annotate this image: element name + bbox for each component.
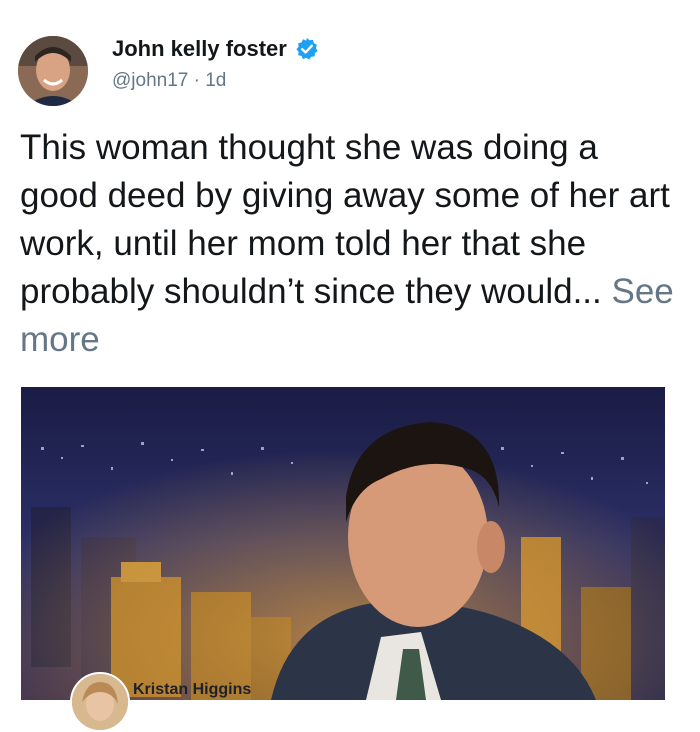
separator: · (188, 70, 206, 91)
author-name-row: John kelly foster (112, 36, 319, 62)
author-handle[interactable]: @john17 (112, 70, 188, 91)
verified-badge-icon (295, 37, 319, 61)
handle-time-row: @john17 · 1d (112, 70, 226, 92)
tweet-body: This woman thought she was doing a good … (20, 128, 670, 311)
author-name[interactable]: John kelly foster (112, 36, 287, 62)
tweet-time[interactable]: 1d (205, 70, 226, 91)
tweet-text: This woman thought she was doing a good … (20, 124, 685, 364)
embedded-author-name[interactable]: Kristan Higgins (133, 681, 251, 699)
tweet-media-image[interactable] (21, 387, 665, 700)
embedded-author-avatar[interactable] (70, 672, 130, 732)
author-avatar[interactable] (18, 36, 88, 106)
